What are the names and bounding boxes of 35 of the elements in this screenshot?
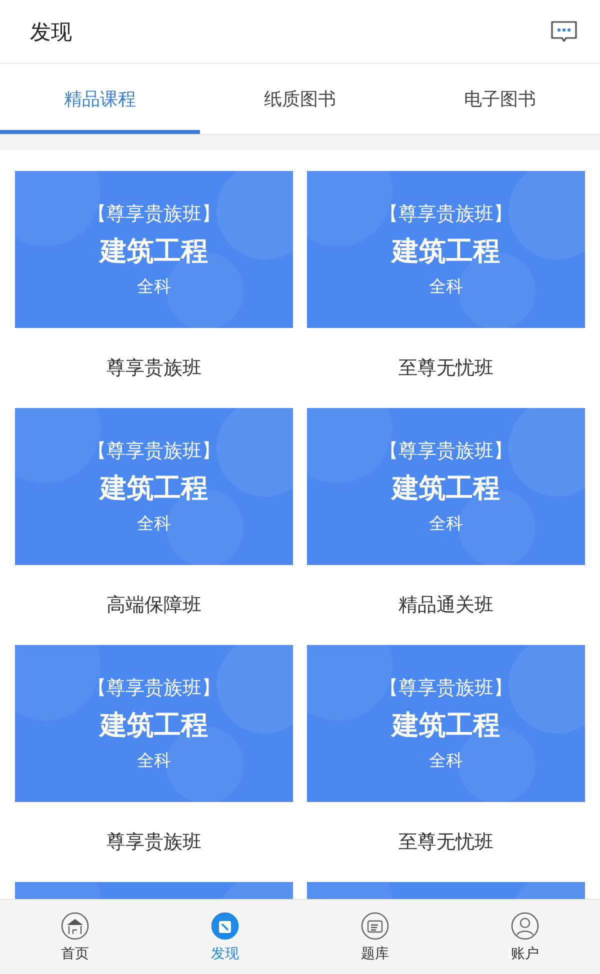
banner-title: 建筑工程 (392, 709, 500, 743)
page-title: 发现 (30, 18, 72, 46)
course-name[interactable]: 至尊无忧班 (307, 328, 585, 408)
banner-title: 建筑工程 (392, 472, 500, 506)
compass-icon (210, 911, 240, 941)
banner-title: 建筑工程 (100, 709, 208, 743)
banner-title: 建筑工程 (100, 235, 208, 269)
banner-subtitle: 全科 (429, 276, 463, 298)
banner-subtitle: 全科 (429, 750, 463, 772)
banner-subtitle: 全科 (137, 513, 171, 535)
course-name[interactable]: 至尊无忧班 (307, 802, 585, 882)
banner-tag: 【尊享贵族班】 (88, 675, 220, 701)
note-icon (360, 911, 390, 941)
category-tab[interactable]: 电子图书 (400, 64, 600, 134)
banner-title: 建筑工程 (100, 472, 208, 506)
course-name[interactable]: 尊享贵族班 (15, 328, 293, 408)
banner-tag: 【尊享贵族班】 (380, 438, 512, 464)
banner-tag: 【尊享贵族班】 (380, 675, 512, 701)
banner-title: 建筑工程 (392, 235, 500, 269)
banner-tag: 【尊享贵族班】 (380, 201, 512, 227)
nav-tab[interactable]: 账户 (450, 900, 600, 974)
banner-subtitle: 全科 (137, 750, 171, 772)
banner-subtitle: 全科 (429, 513, 463, 535)
message-icon[interactable] (550, 20, 578, 44)
banner-tag: 【尊享贵族班】 (88, 438, 220, 464)
course-name[interactable]: 高端保障班 (15, 565, 293, 645)
house-icon (60, 911, 90, 941)
course-name[interactable]: 精品通关班 (307, 565, 585, 645)
category-tab[interactable]: 纸质图书 (200, 64, 400, 134)
nav-tab[interactable]: 题库 (300, 900, 450, 974)
banner-tag: 【尊享贵族班】 (88, 201, 220, 227)
person-icon (510, 911, 540, 941)
banner-subtitle: 全科 (137, 276, 171, 298)
nav-tab[interactable]: 首页 (0, 900, 150, 974)
course-name[interactable]: 尊享贵族班 (15, 802, 293, 882)
